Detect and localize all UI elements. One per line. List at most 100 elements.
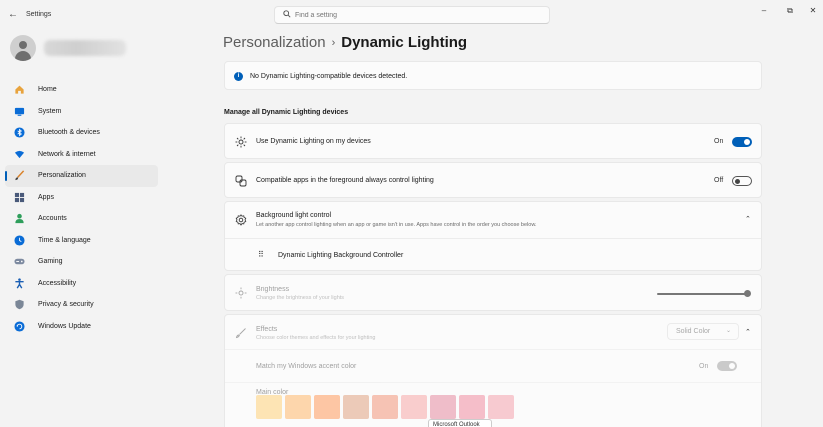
sidebar-item-label: System [38, 107, 62, 115]
main-color-swatches [256, 395, 514, 419]
minimize-icon[interactable]: – [757, 6, 771, 15]
color-swatch[interactable] [488, 395, 514, 419]
home-icon [12, 83, 26, 97]
network-icon [12, 147, 26, 161]
use-dynamic-lighting-toggle[interactable] [732, 137, 752, 147]
effects-description: Choose color themes and effects for your… [256, 335, 376, 341]
match-accent-toggle[interactable] [717, 361, 737, 371]
sidebar-item-label: Apps [38, 193, 54, 201]
setting-background-light-control[interactable]: Background light control Let another app… [224, 201, 762, 271]
sidebar-item-system[interactable]: System [5, 101, 158, 123]
close-icon[interactable]: ✕ [806, 6, 820, 15]
use-dynamic-lighting-label: Use Dynamic Lighting on my devices [256, 138, 371, 145]
sidebar-item-label: Bluetooth & devices [38, 129, 100, 137]
match-accent-label: Match my Windows accent color [256, 363, 357, 370]
setting-use-dynamic-lighting[interactable]: Use Dynamic Lighting on my devices On [224, 123, 762, 159]
setting-effects: Effects Choose color themes and effects … [224, 314, 762, 427]
info-bar-text: No Dynamic Lighting-compatible devices d… [250, 73, 408, 80]
system-icon [12, 104, 26, 118]
setting-foreground-control[interactable]: Compatible apps in the foreground always… [224, 162, 762, 198]
brightness-icon [234, 286, 248, 300]
foreground-control-state: Off [714, 177, 724, 184]
search-input[interactable] [295, 8, 535, 22]
gaming-icon [12, 255, 26, 269]
app-title: Settings [26, 11, 52, 18]
accounts-icon [12, 212, 26, 226]
foreground-control-label: Compatible apps in the foreground always… [256, 177, 434, 184]
divider [225, 238, 761, 239]
effects-label: Effects [256, 326, 278, 333]
sidebar-item-time-language[interactable]: Time & language [5, 230, 158, 252]
color-swatch[interactable] [343, 395, 369, 419]
sidebar-item-accessibility[interactable]: Accessibility [5, 273, 158, 295]
accessibility-icon [12, 276, 26, 290]
brightness-description: Change the brightness of your lights [256, 295, 345, 301]
sidebar-item-label: Gaming [38, 258, 63, 266]
avatar[interactable] [10, 35, 36, 61]
chevron-up-icon[interactable]: ⌃ [745, 215, 751, 223]
section-title: Manage all Dynamic Lighting devices [224, 109, 349, 116]
drag-handle-icon[interactable]: ⠿ [258, 250, 264, 259]
personalization-icon [12, 169, 26, 183]
background-light-control-label: Background light control [256, 212, 332, 219]
setting-brightness: Brightness Change the brightness of your… [224, 274, 762, 311]
sidebar-item-network-internet[interactable]: Network & internet [5, 144, 158, 166]
breadcrumb: Personalization › Dynamic Lighting [223, 34, 467, 51]
sidebar-item-personalization[interactable]: Personalization [5, 165, 158, 187]
sidebar-nav: Home System Bluetooth & devices Network & i… [5, 79, 158, 337]
sidebar-item-accounts[interactable]: Accounts [5, 208, 158, 230]
apps-lighting-icon [234, 174, 248, 188]
breadcrumb-separator: › [331, 37, 336, 49]
title-bar: ← Settings – ⧉ ✕ [0, 0, 823, 32]
color-swatch[interactable] [285, 395, 311, 419]
chevron-up-icon[interactable]: ⌃ [745, 328, 751, 336]
color-swatch[interactable] [372, 395, 398, 419]
sidebar-item-bluetooth-devices[interactable]: Bluetooth & devices [5, 122, 158, 144]
apps-icon [12, 190, 26, 204]
bluetooth-icon [12, 126, 26, 140]
effects-dropdown-value: Solid Color [676, 328, 711, 335]
time-language-icon [12, 233, 26, 247]
sidebar-item-label: Network & internet [38, 150, 96, 158]
sidebar-item-privacy-security[interactable]: Privacy & security [5, 294, 158, 316]
brightness-label: Brightness [256, 286, 290, 293]
windows-update-icon [12, 319, 26, 333]
sidebar-item-home[interactable]: Home [5, 79, 158, 101]
background-light-control-description: Let another app control lighting when an… [256, 222, 537, 228]
color-swatch[interactable] [401, 395, 427, 419]
sun-icon [234, 135, 248, 149]
sidebar-item-windows-update[interactable]: Windows Update [5, 316, 158, 338]
effects-dropdown[interactable]: Solid Color ⌄ [667, 323, 739, 340]
color-swatch[interactable] [314, 395, 340, 419]
color-swatch[interactable] [430, 395, 456, 419]
brush-icon [234, 326, 248, 340]
back-arrow-icon[interactable]: ← [8, 9, 18, 20]
foreground-control-toggle[interactable] [732, 176, 752, 186]
profile-name-blurred [44, 40, 126, 56]
match-accent-state: On [699, 363, 709, 370]
sidebar-item-label: Home [38, 86, 57, 94]
brightness-slider-thumb[interactable] [744, 290, 751, 297]
chevron-down-icon: ⌄ [725, 328, 731, 334]
breadcrumb-parent[interactable]: Personalization [223, 34, 326, 51]
divider [225, 382, 761, 383]
tooltip: Microsoft Outlook [428, 419, 492, 427]
search-icon [283, 10, 291, 20]
brightness-slider-track[interactable] [657, 293, 747, 295]
page-title: Dynamic Lighting [341, 34, 468, 51]
divider [225, 349, 761, 350]
info-bar: i No Dynamic Lighting-compatible devices… [224, 61, 762, 90]
use-dynamic-lighting-state: On [714, 138, 724, 145]
color-swatch[interactable] [256, 395, 282, 419]
search-box[interactable] [274, 6, 550, 24]
background-controller-item[interactable]: Dynamic Lighting Background Controller [278, 252, 403, 259]
sidebar-item-label: Accounts [38, 215, 67, 223]
gear-icon [234, 213, 248, 227]
sidebar-item-label: Privacy & security [38, 301, 94, 309]
sidebar-item-label: Windows Update [38, 322, 91, 330]
shield-icon [12, 298, 26, 312]
sidebar-item-gaming[interactable]: Gaming [5, 251, 158, 273]
sidebar-item-apps[interactable]: Apps [5, 187, 158, 209]
color-swatch[interactable] [459, 395, 485, 419]
maximize-icon[interactable]: ⧉ [783, 6, 797, 16]
